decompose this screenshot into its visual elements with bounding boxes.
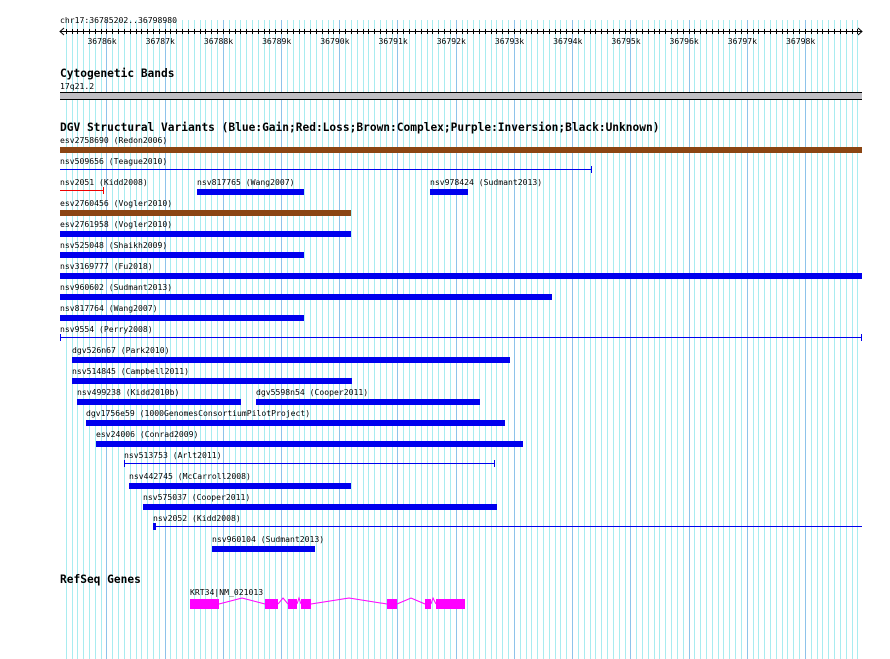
variant-label: nsv2052 (Kidd2008) [153,513,241,523]
variant-feature[interactable] [60,315,304,321]
ruler-tick-label: 36794k [553,36,583,46]
variant-feature[interactable] [60,147,862,153]
variant-feature[interactable] [96,441,523,447]
intron [310,597,388,605]
variant-feature[interactable] [60,169,592,170]
variant-feature[interactable] [60,231,351,237]
variant-feature[interactable] [430,189,468,195]
variant-feature[interactable] [256,399,480,405]
variant-end-tick [591,166,592,173]
variant-label: nsv513753 (Arlt2011) [124,450,222,460]
variant-end-tick [861,334,862,341]
variant-label: esv2761958 (Vogler2010) [60,219,173,229]
intron [277,597,289,605]
variant-feature[interactable] [60,294,552,300]
exon [301,599,311,609]
cytoband-bar[interactable] [60,92,862,100]
variant-feature[interactable] [60,252,304,258]
variant-feature[interactable] [129,483,351,489]
intron [430,596,437,605]
variant-feature[interactable] [124,463,495,464]
variant-label: dgv526n67 (Park2010) [72,345,170,355]
ruler-tick-label: 36789k [262,36,292,46]
ruler-tick-label: 36796k [669,36,699,46]
variant-label: nsv442745 (McCarroll2008) [129,471,251,481]
variant-label: dgv1756e59 (1000GenomesConsortiumPilotPr… [86,408,311,418]
exon [190,599,219,609]
ruler-tick-label: 36791k [378,36,408,46]
ruler-tick-label: 36787k [145,36,175,46]
ruler-tick-label: 36795k [611,36,641,46]
variant-label: nsv960104 (Sudmant2013) [212,534,325,544]
variant-label: esv2760456 (Vogler2010) [60,198,173,208]
ruler-tick-label: 36793k [494,36,525,46]
variant-feature[interactable] [197,189,304,195]
variant-label: nsv9554 (Perry2008) [60,324,153,334]
ruler-tick-label: 36797k [727,36,757,46]
variant-label: nsv978424 (Sudmant2013) [430,177,543,187]
intron [396,597,426,605]
variant-label: nsv3169777 (Fu2018) [60,261,153,271]
variant-label: nsv499238 (Kidd2010b) [77,387,180,397]
variant-feature[interactable] [212,546,315,552]
variant-feature[interactable] [153,526,862,527]
variant-label: nsv509656 (Teague2010) [60,156,168,166]
refseq-track-title[interactable]: RefSeq Genes [60,574,141,586]
cytoband-track-title[interactable]: Cytogenetic Bands [60,68,175,80]
variant-end-tick [124,460,125,467]
variant-feature[interactable] [60,273,862,279]
variant-end-tick [153,523,156,530]
variant-end-tick [60,334,61,341]
variant-feature[interactable] [60,190,104,191]
cytoband-label: 17q21.2 [60,81,95,91]
ruler-tick-label: 36790k [320,36,350,46]
ruler-tick-label: 36798k [785,36,816,46]
variant-feature[interactable] [72,357,510,363]
ruler-tick-label: 36786k [87,36,117,46]
variant-label: dgv5598n54 (Cooper2011) [256,387,369,397]
gene-model-krt34[interactable] [0,595,890,613]
exon [265,599,278,609]
variant-feature[interactable] [143,504,497,510]
variant-label: nsv960602 (Sudmant2013) [60,282,173,292]
exon [425,599,431,609]
variant-label: nsv514845 (Campbell2011) [72,366,189,376]
variant-label: nsv575037 (Cooper2011) [143,492,251,502]
variant-feature[interactable] [72,378,352,384]
exon [288,599,297,609]
variant-feature[interactable] [86,420,505,426]
variant-feature[interactable] [77,399,241,405]
variant-feature[interactable] [60,210,351,216]
variant-label: nsv525048 (Shaikh2009) [60,240,168,250]
variant-feature[interactable] [60,337,862,338]
variant-label: nsv2051 (Kidd2008) [60,177,148,187]
intron [296,596,302,605]
exon [387,599,397,609]
variant-label: esv24006 (Conrad2009) [96,429,199,439]
intron [218,597,266,605]
genome-browser-panel: chr17:36785202..36798980 36786k 36787k 367… [0,0,890,659]
variant-label: nsv817764 (Wang2007) [60,303,158,313]
variant-label: nsv817765 (Wang2007) [197,177,295,187]
ruler-tick-label: 36788k [203,36,234,46]
dgv-track-title[interactable]: DGV Structural Variants (Blue:Gain;Red:L… [60,122,659,134]
variant-end-tick [103,187,104,194]
ruler-tick-label: 36792k [436,36,466,46]
exon [436,599,465,609]
variant-end-tick [494,460,495,467]
variant-label: esv2758690 (Redon2006) [60,135,168,145]
